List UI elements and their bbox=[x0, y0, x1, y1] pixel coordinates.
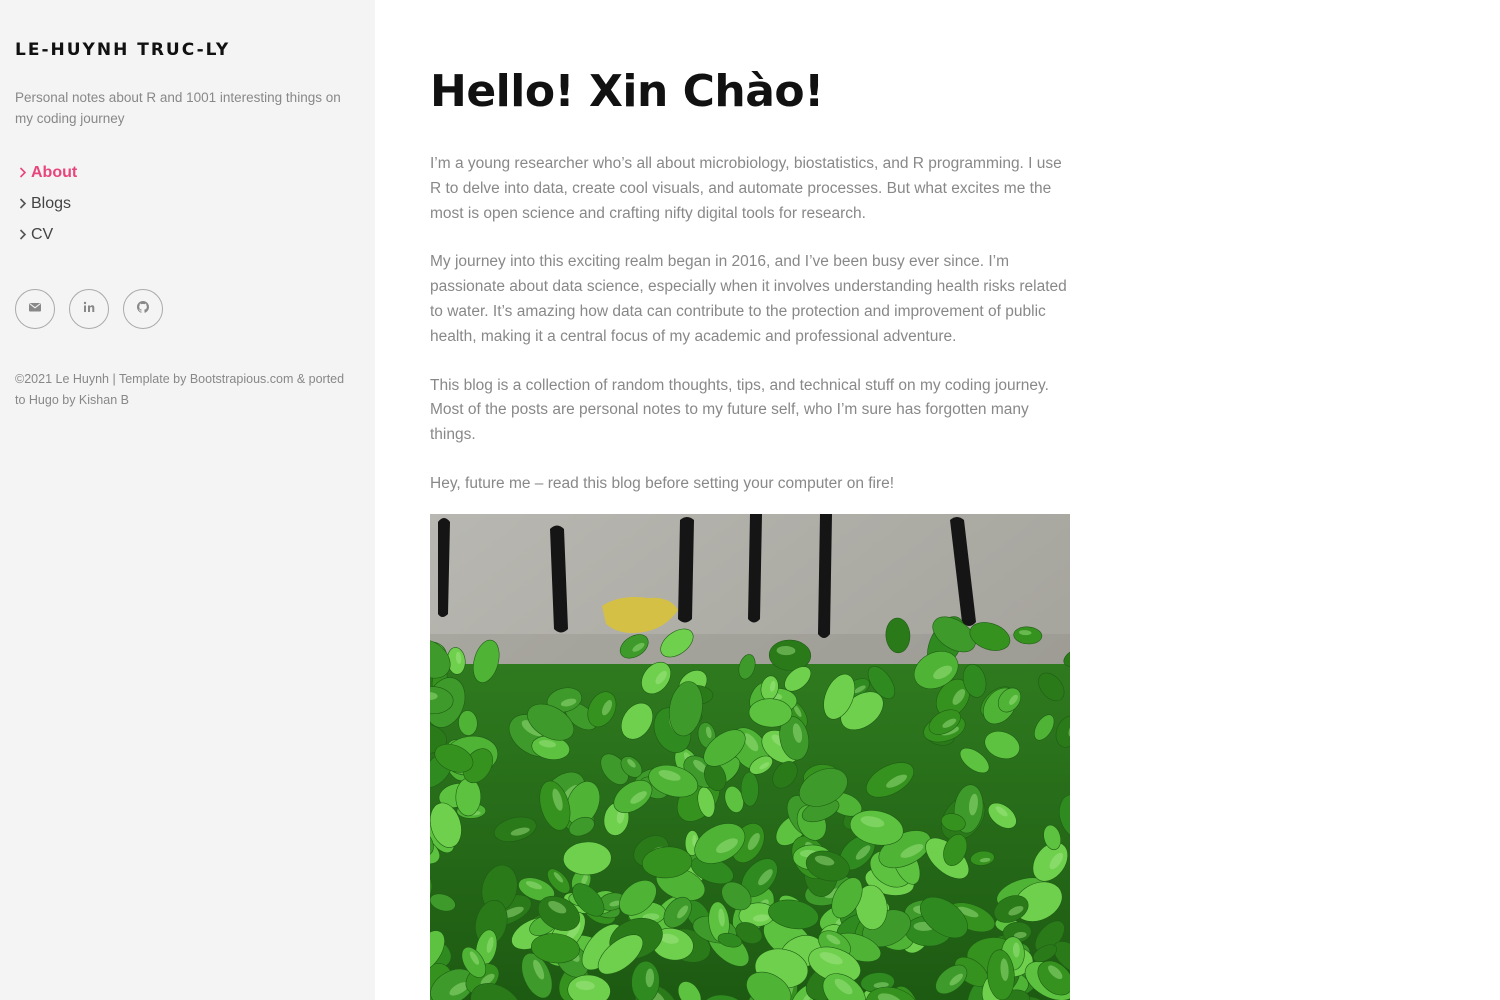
nav-item-label: CV bbox=[31, 225, 54, 243]
nav-item-cv[interactable]: CV bbox=[15, 219, 360, 250]
future-me-paragraph: Hey, future me – read this blog before s… bbox=[430, 474, 895, 492]
chevron-right-icon bbox=[15, 198, 31, 209]
email-link[interactable] bbox=[15, 289, 55, 329]
nav-item-label: About bbox=[31, 163, 78, 181]
linkedin-link[interactable] bbox=[69, 289, 109, 329]
journey-paragraph: My journey into this exciting realm bega… bbox=[430, 253, 1067, 345]
intro-paragraph: I’m a young researcher who’s all about m… bbox=[430, 155, 1062, 222]
site-tagline: Personal notes about R and 1001 interest… bbox=[15, 90, 341, 126]
social-links bbox=[15, 289, 360, 329]
nav-item-label: Blogs bbox=[31, 194, 72, 212]
sidebar: LE-HUYNH TRUC-LY Personal notes about R … bbox=[0, 0, 375, 1000]
nav-item-about[interactable]: About bbox=[15, 157, 360, 188]
header-photo bbox=[430, 514, 1070, 1000]
chevron-right-icon bbox=[15, 167, 31, 178]
blog-paragraph: This blog is a collection of random thou… bbox=[430, 376, 1049, 444]
page-title: Hello! Xin Chào! bbox=[430, 66, 824, 117]
leaf-shape bbox=[455, 777, 482, 817]
nav-item-blogs[interactable]: Blogs bbox=[15, 188, 360, 219]
chevron-right-icon bbox=[15, 229, 31, 240]
envelope-icon bbox=[28, 300, 42, 319]
sidebar-nav: About Blogs CV bbox=[15, 157, 360, 250]
footer-credits: ©2021 Le Huynh | Template by Bootstrapio… bbox=[15, 372, 345, 407]
linkedin-icon bbox=[82, 300, 96, 319]
leaf-shape bbox=[740, 771, 759, 807]
plants-and-drain-photo bbox=[430, 514, 1070, 1000]
github-icon bbox=[136, 300, 150, 319]
site-title[interactable]: LE-HUYNH TRUC-LY bbox=[15, 40, 360, 62]
github-link[interactable] bbox=[123, 289, 163, 329]
main-content: Hello! Xin Chào! I’m a young researcher … bbox=[430, 0, 1070, 497]
